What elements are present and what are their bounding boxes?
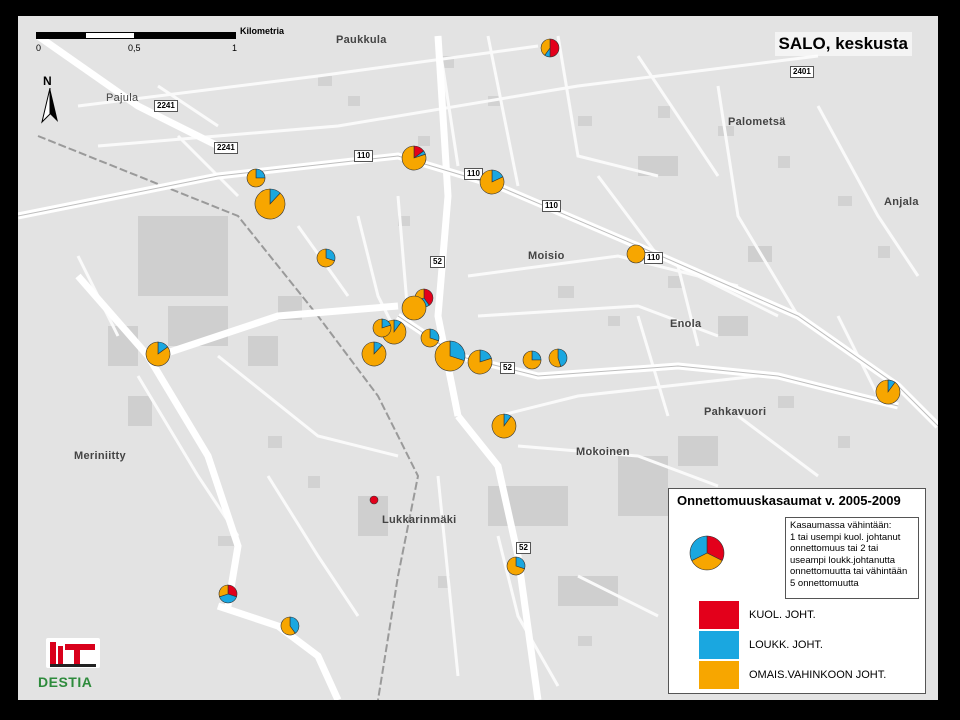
legend-swatch-injury [699,631,739,659]
accident-cluster-pie[interactable] [246,168,266,188]
accident-cluster-pie[interactable] [626,244,646,264]
pie-slice-damage [626,244,646,264]
legend-rule-line: useampi loukk.johtanutta [790,554,896,566]
map-title: SALO, keskusta [774,32,912,56]
accident-cluster-pie[interactable] [254,188,286,220]
accident-cluster-pie[interactable] [369,495,379,505]
road-number-plate: 52 [430,256,445,268]
legend-pie-icon [689,535,725,571]
map-canvas[interactable]: 110 110 110 110 52 52 52 2241 2241 2401 Paukkula … [18,16,938,700]
scale-unit-label: Kilometria [240,26,285,36]
accident-cluster-pie[interactable] [479,169,505,195]
road-number-plate: 110 [542,200,561,212]
place-label-mokoinen: Mokoinen [576,446,630,458]
accident-cluster-pie[interactable] [401,295,427,321]
legend-swatch-fatal [699,601,739,629]
accident-cluster-pie[interactable] [467,349,493,375]
accident-cluster-pie[interactable] [401,145,427,171]
pie-slice-damage [875,379,901,405]
road-number-plate: 110 [354,150,373,162]
map-legend: Onnettomuuskasaumat v. 2005-2009 Kasauma… [668,488,926,694]
road-number-plate: 110 [644,252,663,264]
accident-cluster-pie[interactable] [361,341,387,367]
accident-cluster-pie[interactable] [316,248,336,268]
accident-cluster-pie[interactable] [506,556,526,576]
place-label-pajula: Pajula [106,92,139,104]
pie-slice-damage [401,295,427,321]
legend-rule-line: 1 tai usempi kuol. johtanut [790,531,901,543]
accident-cluster-pie[interactable] [548,348,568,368]
pie-slice-fatal [549,38,560,58]
scale-segment [36,32,86,39]
liitu-logo-icon [46,638,100,668]
pie-slice-damage [361,341,387,367]
legend-label-fatal: KUOL. JOHT. [749,609,816,621]
place-label-pahkavuori: Pahkavuori [704,406,767,418]
place-label-enola: Enola [670,318,702,330]
place-label-moisio: Moisio [528,250,565,262]
road-number-plate: 2241 [154,100,178,112]
pie-slice-damage [254,188,286,220]
scale-segment [85,32,135,39]
scale-tick-label: 0,5 [128,43,141,53]
accident-cluster-pie[interactable] [522,350,542,370]
scale-tick-label: 0 [36,43,42,53]
accident-cluster-pie[interactable] [280,616,300,636]
road-number-plate: 2401 [790,66,814,78]
pie-slice-injury [531,350,542,361]
destia-logo-text: DESTIA [38,674,93,690]
scale-tick-label: 1 [232,43,238,53]
legend-title: Onnettomuuskasaumat v. 2005-2009 [677,493,901,508]
legend-rule-line: onnettomuutta tai vähintään [790,566,908,577]
place-label-lukkarinmaki: Lukkarinmäki [382,514,457,526]
place-label-palometsa: Palometsä [728,116,786,128]
place-label-meriniitty: Meriniitty [74,450,126,462]
legend-label-injury: LOUKK. JOHT. [749,639,823,651]
legend-rule-line: 5 onnettomuutta [790,577,859,589]
accident-cluster-pie[interactable] [491,413,517,439]
accident-cluster-pie[interactable] [540,38,560,58]
map-frame: 110 110 110 110 52 52 52 2241 2241 2401 Paukkula … [0,0,960,720]
road-number-plate: 52 [516,542,531,554]
scale-segment [134,32,236,39]
accident-cluster-pie[interactable] [218,584,238,604]
north-label: N [43,74,52,88]
accident-cluster-pie[interactable] [434,340,466,372]
pie-slice-damage [491,413,517,439]
company-logo: DESTIA [36,638,116,694]
road-number-plate: 2241 [214,142,238,154]
road-number-plate: 52 [500,362,515,374]
accident-cluster-pie[interactable] [372,318,392,338]
pie-slice-injury [255,168,266,179]
legend-label-damage: OMAIS.VAHINKOON JOHT. [749,669,887,681]
scale-bar: Kilometria 0 0,5 1 [36,24,286,64]
place-label-anjala: Anjala [884,196,919,208]
legend-rule-line: onnettomuus tai 2 tai [790,543,879,554]
north-arrow-icon: N [40,74,60,124]
accident-cluster-pie[interactable] [875,379,901,405]
legend-swatch-damage [699,661,739,689]
legend-rule-line: Kasaumassa vähintään: [790,520,892,531]
pie-slice-fatal [369,495,379,505]
legend-rule-text: Kasaumassa vähintään: 1 tai usempi kuol.… [785,517,919,599]
accident-cluster-pie[interactable] [145,341,171,367]
place-label-paukkula: Paukkula [336,34,387,46]
